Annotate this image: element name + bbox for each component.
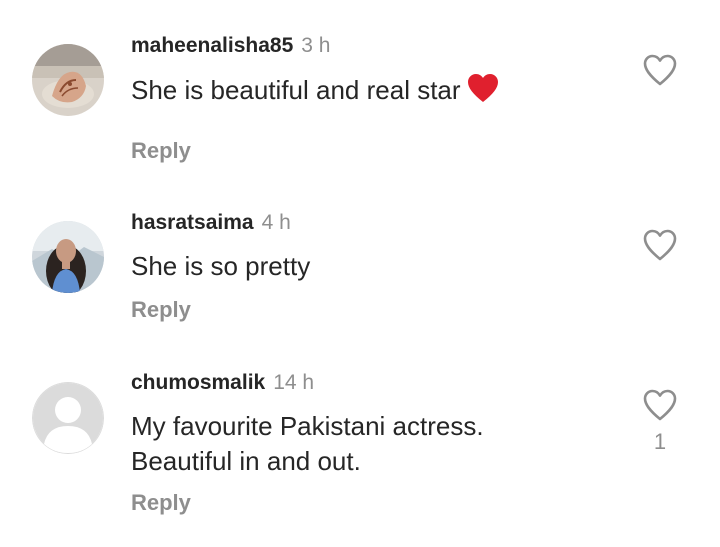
comment-text-line: My favourite Pakistani actress. <box>131 411 484 441</box>
red-heart-emoji-icon <box>467 73 499 112</box>
comment-meta: hasratsaima 4 h <box>131 211 291 235</box>
comment-text: She is beautiful and real star <box>131 73 499 112</box>
hands-with-henna-photo <box>32 44 104 116</box>
like-heart-icon[interactable] <box>642 388 678 422</box>
comment-text-line: Beautiful in and out. <box>131 446 361 476</box>
reply-button[interactable]: Reply <box>131 138 191 164</box>
like-heart-icon[interactable] <box>642 228 678 262</box>
comment-item: maheenalisha85 3 h She is beautiful and r… <box>0 0 720 180</box>
timestamp: 14 h <box>273 371 315 394</box>
reply-button[interactable]: Reply <box>131 297 191 323</box>
username[interactable]: chumosmalik <box>131 371 265 394</box>
username[interactable]: hasratsaima <box>131 211 254 234</box>
default-avatar-icon <box>32 382 104 454</box>
username[interactable]: maheenalisha85 <box>131 34 293 57</box>
comment-text-content: She is beautiful and real star <box>131 75 461 105</box>
comment-meta: chumosmalik 14 h <box>131 371 314 395</box>
comment-text: She is so pretty <box>131 251 311 281</box>
reply-button[interactable]: Reply <box>131 490 191 516</box>
avatar[interactable] <box>32 382 104 454</box>
avatar[interactable] <box>32 44 104 116</box>
timestamp: 4 h <box>261 211 291 234</box>
like-count: 1 <box>653 429 667 454</box>
comment-item: hasratsaima 4 h She is so pretty Reply <box>0 180 720 350</box>
comment-meta: maheenalisha85 3 h <box>131 34 330 58</box>
woman-portrait-photo <box>32 221 104 293</box>
timestamp: 3 h <box>301 34 331 57</box>
comment-item: chumosmalik 14 h My favourite Pakistani a… <box>0 350 720 547</box>
like-heart-icon[interactable] <box>642 53 678 87</box>
avatar[interactable] <box>32 221 104 293</box>
